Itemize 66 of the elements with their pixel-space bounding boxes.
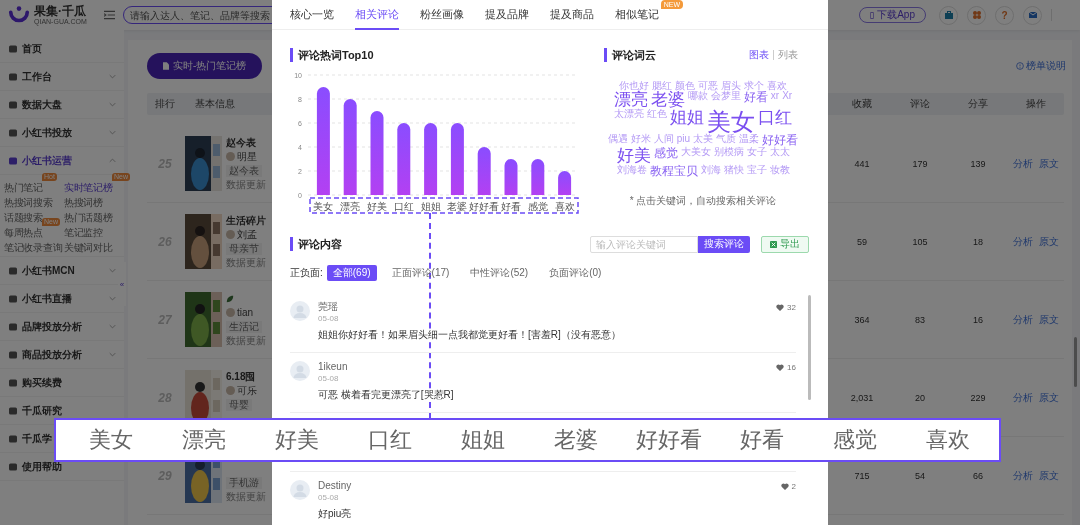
topic-tag: 手机游 xyxy=(226,476,262,489)
column-header: 排行 xyxy=(154,97,176,111)
user-name: Destiny xyxy=(318,480,353,492)
zoomed-label: 感觉 xyxy=(832,426,877,454)
section-title: 评论热词Top10 xyxy=(290,48,590,62)
like-count: 2 xyxy=(791,481,796,491)
user-name: 1ikeun xyxy=(318,361,349,373)
axis-label: 喜欢 xyxy=(554,200,575,212)
table-cell-text: 2,031 xyxy=(849,392,875,403)
comment-date: 05-08 xyxy=(318,373,340,385)
table-cell-text: 54 xyxy=(914,470,926,481)
author-name: tian xyxy=(237,307,254,318)
topic-tag: 赵今表 xyxy=(226,164,262,177)
table-cell-text: 20 xyxy=(914,392,926,403)
table-cell-text: 715 xyxy=(853,470,871,481)
logo-text: 果集·千瓜 xyxy=(34,5,87,17)
zoomed-label: 老婆 xyxy=(553,426,598,454)
axis-label: 口红 xyxy=(393,200,414,212)
comment-text: 好piu亮 xyxy=(318,507,353,521)
author-name: 可乐 xyxy=(237,383,257,398)
section-title: 评论词云 xyxy=(604,48,656,62)
filter-label: 正负面: xyxy=(290,266,323,280)
axis-label: 漂亮 xyxy=(340,200,361,212)
table-cell-text: 229 xyxy=(969,392,987,403)
comment-date: 05-08 xyxy=(318,313,340,325)
column-header: 分享 xyxy=(967,97,989,111)
axis-label: 好看 xyxy=(501,200,521,212)
table-cell-text: 59 xyxy=(856,236,868,247)
hint-text: * 点击关键词，自动搜索相关评论 xyxy=(628,194,778,208)
column-header: 操作 xyxy=(1025,97,1047,111)
author-name: 刘孟 xyxy=(237,227,257,242)
axis-label: 好美 xyxy=(367,200,387,212)
table-cell-text: 83 xyxy=(914,314,926,325)
topic-tag: 母婴 xyxy=(226,398,252,411)
section-title: 评论内容 xyxy=(290,237,342,251)
comment-date: 05-08 xyxy=(318,492,340,504)
zoomed-label: 好好看 xyxy=(635,426,702,454)
like-count: 16 xyxy=(787,362,796,372)
zoomed-label: 好美 xyxy=(274,426,319,454)
axis-label: 好好看 xyxy=(469,200,500,212)
table-cell-text: 441 xyxy=(853,158,871,169)
zoomed-label: 漂亮 xyxy=(181,426,226,454)
table-cell-text: 105 xyxy=(911,236,929,247)
user-name: 莞瑶 xyxy=(318,301,339,313)
topic-tag: 生活记 xyxy=(226,320,262,333)
table-cell-text: 18 xyxy=(972,236,984,247)
author-name: 明星 xyxy=(237,149,257,164)
axis-label: 美女 xyxy=(313,200,334,212)
axis-label: 感觉 xyxy=(527,200,548,212)
zoomed-label: 姐姐 xyxy=(460,426,505,454)
table-cell-text: 66 xyxy=(972,470,984,481)
column-header: 收藏 xyxy=(851,97,873,111)
axis-label: 姐姐 xyxy=(420,200,441,212)
table-cell-text: 139 xyxy=(969,158,987,169)
axis-label: 老婆 xyxy=(447,200,468,212)
zoomed-label: 好看 xyxy=(739,426,784,454)
column-header: 基本信息 xyxy=(194,97,236,111)
comment-text: 可恶 横着看完更漂亮了[哭惹R] xyxy=(318,388,455,402)
zoomed-label: 口红 xyxy=(367,426,412,454)
like-count: 32 xyxy=(787,302,796,312)
table-cell-text: 179 xyxy=(911,158,929,169)
table-cell-text: 364 xyxy=(853,314,871,325)
zoomed-label: 喜欢 xyxy=(925,426,970,454)
column-header: 评论 xyxy=(909,97,931,111)
zoomed-label: 美女 xyxy=(88,426,133,454)
table-cell-text: 16 xyxy=(972,314,984,325)
